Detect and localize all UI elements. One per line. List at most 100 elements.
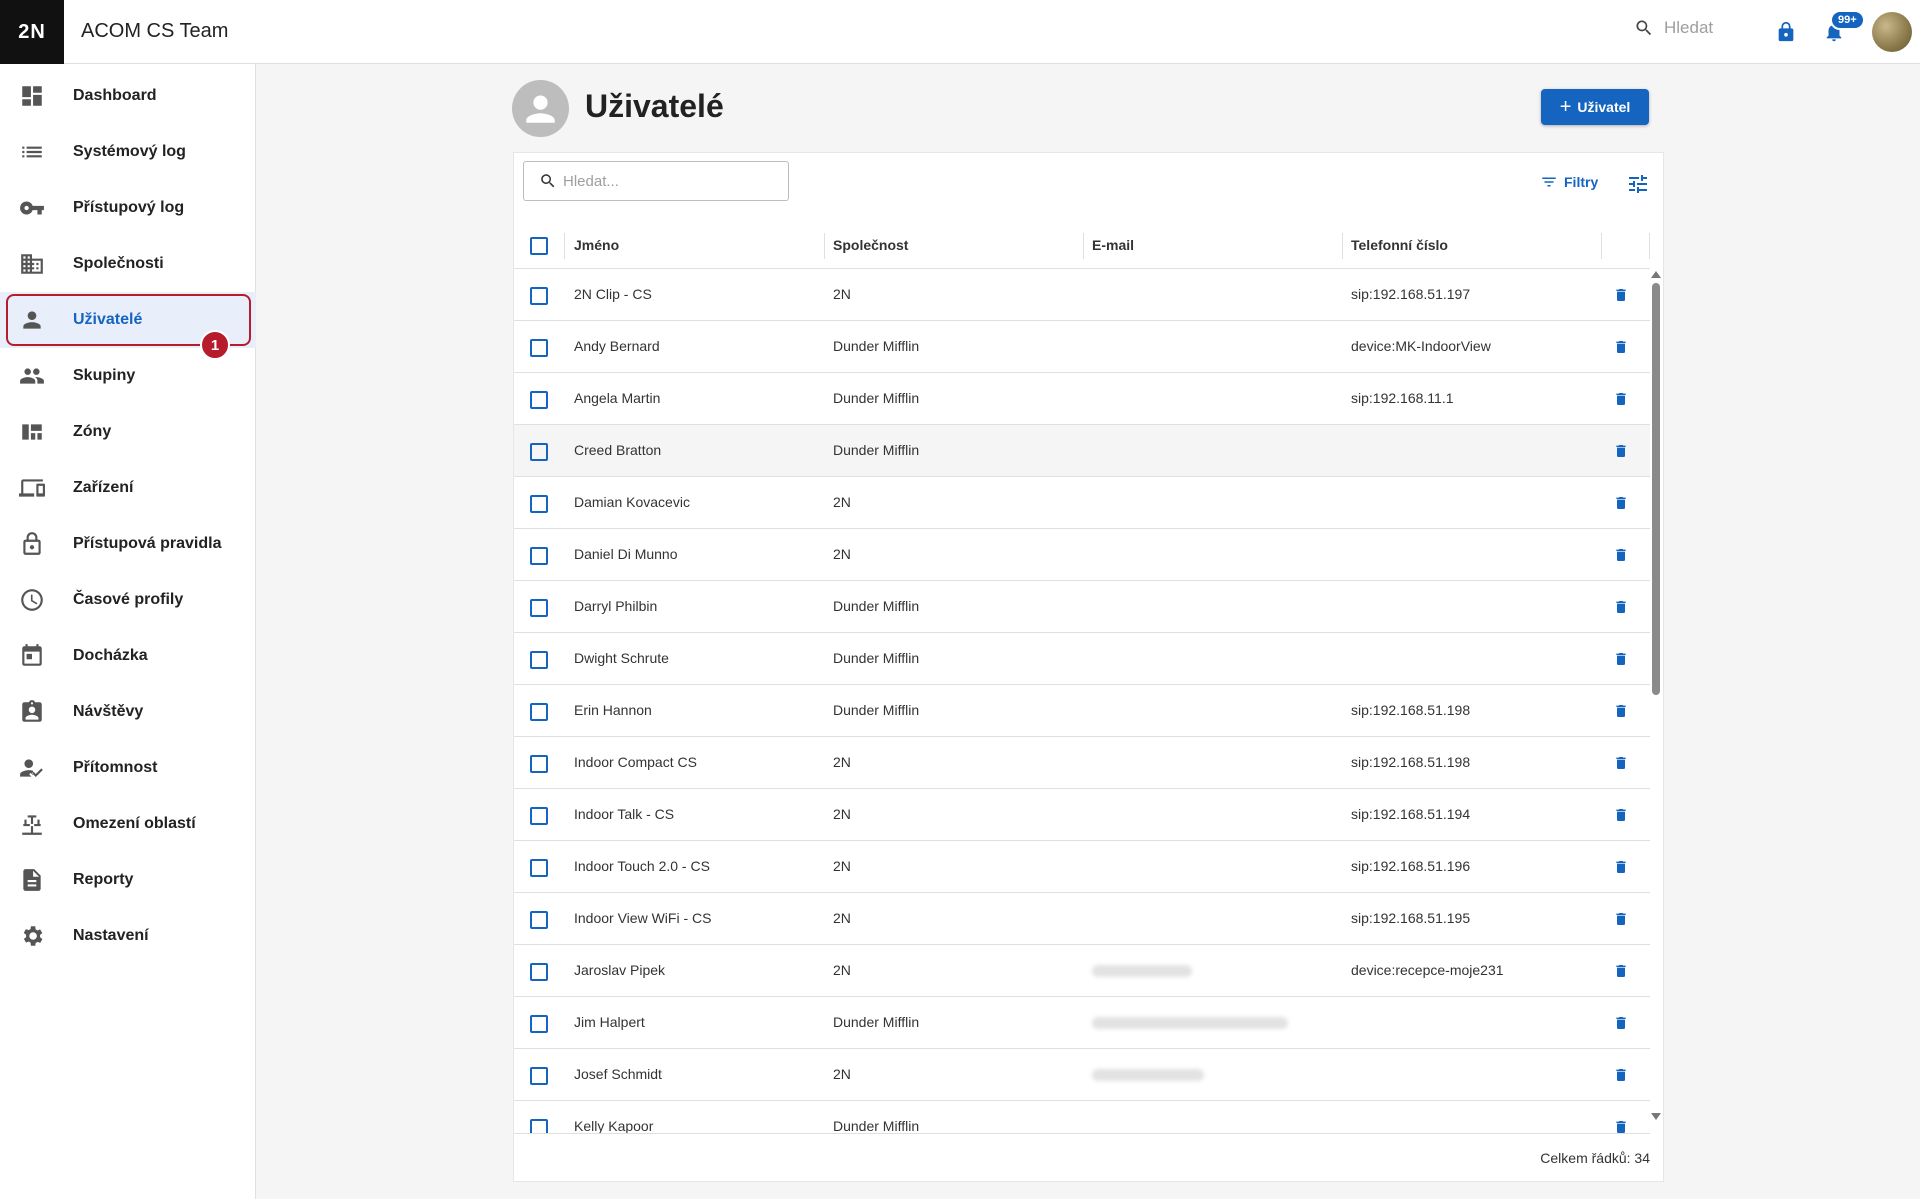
delete-icon[interactable] [1613,806,1629,824]
user-avatar[interactable] [1872,12,1912,52]
delete-icon[interactable] [1613,494,1629,512]
sidebar-item-visits[interactable]: Návštěvy [0,684,256,740]
delete-icon[interactable] [1613,286,1629,304]
row-checkbox[interactable] [530,859,548,877]
table-scrollbar[interactable] [1651,271,1661,1123]
row-checkbox[interactable] [530,963,548,981]
cell-phone: sip:192.168.51.198 [1351,754,1471,770]
cell-company: Dunder Mifflin [833,650,920,666]
delete-icon[interactable] [1613,1118,1629,1133]
sidebar-item-settings[interactable]: Nastavení [0,908,256,964]
cell-name: Indoor Talk - CS [574,806,675,822]
column-header-phone[interactable]: Telefonní číslo [1351,237,1448,253]
scroll-up-arrow-icon[interactable] [1651,271,1661,278]
cell-company: Dunder Mifflin [833,702,920,718]
row-checkbox[interactable] [530,495,548,513]
row-checkbox[interactable] [530,807,548,825]
row-checkbox[interactable] [530,287,548,305]
top-bar: 2N ACOM CS Team Hledat 99+ [0,0,1920,64]
delete-icon[interactable] [1613,1066,1629,1084]
sidebar-item-label: Docházka [73,647,148,664]
delete-icon[interactable] [1613,1014,1629,1032]
delete-icon[interactable] [1613,910,1629,928]
delete-icon[interactable] [1613,338,1629,356]
table-row[interactable]: Indoor Talk - CS 2N sip:192.168.51.194 [514,789,1650,841]
lock-icon[interactable] [1775,20,1797,44]
row-checkbox[interactable] [530,1015,548,1033]
delete-icon[interactable] [1613,858,1629,876]
row-checkbox[interactable] [530,755,548,773]
cell-company: Dunder Mifflin [833,1014,920,1030]
table-row[interactable]: Indoor Compact CS 2N sip:192.168.51.198 [514,737,1650,789]
calendar-icon [22,644,42,666]
table-row[interactable]: Josef Schmidt 2N [514,1049,1650,1101]
add-user-button[interactable]: + Uživatel [1541,89,1649,125]
redacted-email [1092,1069,1204,1081]
cell-phone: sip:192.168.51.197 [1351,286,1471,302]
sidebar-item-presence[interactable]: Přítomnost [0,740,256,796]
sidebar-item-time-profiles[interactable]: Časové profily [0,572,256,628]
delete-icon[interactable] [1613,754,1629,772]
delete-icon[interactable] [1613,598,1629,616]
select-all-checkbox[interactable] [530,237,548,255]
delete-icon[interactable] [1613,702,1629,720]
row-checkbox[interactable] [530,339,548,357]
delete-icon[interactable] [1613,546,1629,564]
delete-icon[interactable] [1613,390,1629,408]
sidebar-item-access-rules[interactable]: Přístupová pravidla [0,516,256,572]
report-icon [23,869,41,891]
row-checkbox[interactable] [530,911,548,929]
table-row[interactable]: Daniel Di Munno 2N [514,529,1650,581]
cell-company: Dunder Mifflin [833,598,920,614]
scrollbar-thumb[interactable] [1652,283,1660,695]
scroll-down-arrow-icon[interactable] [1651,1113,1661,1120]
brand-logo[interactable]: 2N [0,0,64,64]
row-checkbox[interactable] [530,1067,548,1085]
table-row[interactable]: Creed Bratton Dunder Mifflin [514,425,1650,477]
tune-columns-icon[interactable] [1626,172,1650,196]
cell-phone: sip:192.168.51.198 [1351,702,1471,718]
sidebar-item-dashboard[interactable]: Dashboard [0,68,256,124]
row-checkbox[interactable] [530,391,548,409]
global-search-placeholder: Hledat [1664,18,1714,37]
cell-name: Dwight Schrute [574,650,669,666]
row-checkbox[interactable] [530,443,548,461]
table-row[interactable]: Erin Hannon Dunder Mifflin sip:192.168.5… [514,685,1650,737]
row-checkbox[interactable] [530,547,548,565]
column-header-name[interactable]: Jméno [574,237,619,253]
delete-icon[interactable] [1613,442,1629,460]
table-row[interactable]: Kelly Kapoor Dunder Mifflin [514,1101,1650,1133]
sidebar-item-system-log[interactable]: Systémový log [0,124,256,180]
column-header-email[interactable]: E-mail [1092,237,1134,253]
table-search[interactable] [523,161,789,201]
sidebar-item-zones[interactable]: Zóny [0,404,256,460]
person-icon [526,95,555,123]
sidebar-item-area-restrictions[interactable]: Omezení oblastí [0,796,256,852]
table-row[interactable]: Angela Martin Dunder Mifflin sip:192.168… [514,373,1650,425]
table-search-input[interactable] [563,172,763,190]
delete-icon[interactable] [1613,650,1629,668]
sidebar-item-attendance[interactable]: Docházka [0,628,256,684]
row-checkbox[interactable] [530,1119,548,1133]
table-row[interactable]: Indoor Touch 2.0 - CS 2N sip:192.168.51.… [514,841,1650,893]
table-row[interactable]: Indoor View WiFi - CS 2N sip:192.168.51.… [514,893,1650,945]
row-checkbox[interactable] [530,599,548,617]
global-search[interactable]: Hledat [1634,18,1713,38]
delete-icon[interactable] [1613,962,1629,980]
sidebar-item-label: Přístupový log [73,199,185,216]
sidebar-item-reports[interactable]: Reporty [0,852,256,908]
row-checkbox[interactable] [530,703,548,721]
table-row[interactable]: Jaroslav Pipek 2N device:recepce-moje231 [514,945,1650,997]
table-row[interactable]: Dwight Schrute Dunder Mifflin [514,633,1650,685]
sidebar-item-companies[interactable]: Společnosti [0,236,256,292]
table-row[interactable]: Damian Kovacevic 2N [514,477,1650,529]
sidebar-item-access-log[interactable]: Přístupový log [0,180,256,236]
row-checkbox[interactable] [530,651,548,669]
table-row[interactable]: Andy Bernard Dunder Mifflin device:MK-In… [514,321,1650,373]
filters-button[interactable]: Filtry [1540,173,1598,191]
column-header-company[interactable]: Společnost [833,237,908,253]
table-row[interactable]: Darryl Philbin Dunder Mifflin [514,581,1650,633]
sidebar-item-devices[interactable]: Zařízení [0,460,256,516]
table-row[interactable]: Jim Halpert Dunder Mifflin [514,997,1650,1049]
table-row[interactable]: 2N Clip - CS 2N sip:192.168.51.197 [514,269,1650,321]
